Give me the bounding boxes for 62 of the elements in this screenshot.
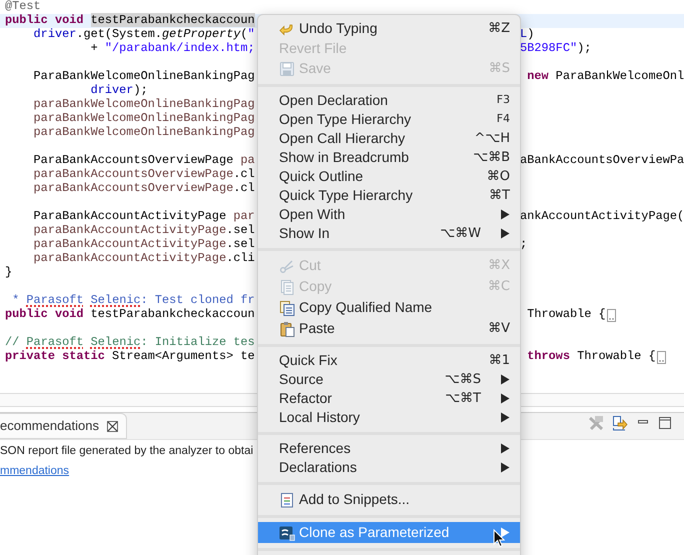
code-line: paraBankWelcomeOnlineBankingPag xyxy=(32,96,255,112)
code-line: paraBankAccountsOverviewPage.cl xyxy=(32,166,255,182)
code-line: Throwable { xyxy=(526,306,606,324)
export-icon[interactable] xyxy=(612,415,628,431)
menu-item[interactable]: Declarations xyxy=(258,458,520,477)
code-line: @Test xyxy=(5,0,41,14)
code-line: ParaBankWelcomeOnlineBankingPag xyxy=(32,68,255,84)
snippet-icon xyxy=(279,492,295,508)
menu-item[interactable]: Quick Type Hierarchy ⌘T xyxy=(258,186,520,205)
plugin-logo-icon xyxy=(279,524,295,540)
code-line: throws Throwable { xyxy=(526,348,656,366)
code-line: paraBankAccountActivityPage.cli xyxy=(32,250,255,268)
code-line: } xyxy=(5,264,12,282)
maximize-icon[interactable] xyxy=(658,416,672,430)
code-line: driver); xyxy=(90,82,148,98)
code-line: // Parasoft Selenic: Initialize tes xyxy=(5,334,255,350)
code-line: paraBankWelcomeOnlineBankingPag xyxy=(32,124,255,142)
mouse-pointer-icon xyxy=(493,529,505,548)
code-line: * Parasoft Selenic: Test cloned fr xyxy=(11,292,255,308)
menu-item[interactable]: Undo Typing ⌘Z xyxy=(258,18,520,39)
code-line: new ParaBankWelcomeOnl xyxy=(526,68,684,86)
menu-item[interactable]: Refactor ⌥⌘T xyxy=(258,389,520,408)
menu-item[interactable]: Open Declaration F3 xyxy=(258,91,520,110)
menu-item[interactable]: Local History xyxy=(258,408,520,427)
tab[interactable]: ecommendations xyxy=(0,413,127,439)
code-line: private static Stream<Arguments> te xyxy=(5,348,255,366)
menu-item[interactable]: Show in Breadcrumb ⌥⌘B xyxy=(258,148,520,167)
menu-item[interactable]: Quick Outline ⌘O xyxy=(258,167,520,186)
code-line: ; xyxy=(520,236,528,254)
code-line: paraBankAccountActivityPage.sel xyxy=(32,236,255,252)
code-line: paraBankWelcomeOnlineBankingPag xyxy=(32,110,255,126)
menu-item[interactable]: Open With xyxy=(258,205,520,224)
menu-item[interactable]: Paste ⌘V xyxy=(258,318,520,339)
code-line: ParaBankAccountActivityPage par xyxy=(32,208,255,224)
fold-marker-icon[interactable] xyxy=(656,350,666,364)
code-line: public void testParabankcheckaccoun xyxy=(5,12,255,28)
code-line: paraBankAccountsOverviewPage.cl xyxy=(32,180,255,198)
scissors-icon xyxy=(279,258,295,274)
fold-marker-icon[interactable] xyxy=(606,308,616,322)
close-icon[interactable] xyxy=(107,420,118,432)
menu-item[interactable]: Add to Snippets... xyxy=(258,489,520,510)
code-line: ParaBankAccountsOverviewPage pa xyxy=(32,152,255,168)
code-line: driver.get(System.getProperty(" xyxy=(32,26,255,42)
code-line: public void testParabankcheckaccoun xyxy=(5,306,255,324)
code-line: aBankAccountsOverviewPa xyxy=(520,152,684,170)
code-line: ankAccountActivityPage( xyxy=(520,208,684,226)
menu-item[interactable]: Copy Qualified Name xyxy=(258,297,520,318)
menu-item[interactable]: Source ⌥⌘S xyxy=(258,370,520,389)
menu-item[interactable]: Open Call Hierarchy ^⌥H xyxy=(258,129,520,148)
documents-icon xyxy=(279,300,295,316)
code-line: paraBankAccountActivityPage.sel xyxy=(32,222,255,238)
code-line: + "/parabank/index.htm; xyxy=(90,40,255,58)
info-text: SON report file generated by the analyzer to obtai xyxy=(0,444,254,459)
menu-item[interactable]: Open Type Hierarchy F4 xyxy=(258,110,520,129)
code-line: L) xyxy=(520,26,534,42)
menu-item[interactable]: Quick Fix ⌘1 xyxy=(258,351,520,370)
menu-item[interactable]: References xyxy=(258,439,520,458)
recommendations-link[interactable]: mmendations xyxy=(0,463,70,481)
document-icon xyxy=(279,278,295,294)
clipboard-icon xyxy=(279,320,295,336)
menu-item[interactable]: Show In ⌥⌘W xyxy=(258,224,520,243)
code-line: 5B298FC"); xyxy=(520,40,592,58)
